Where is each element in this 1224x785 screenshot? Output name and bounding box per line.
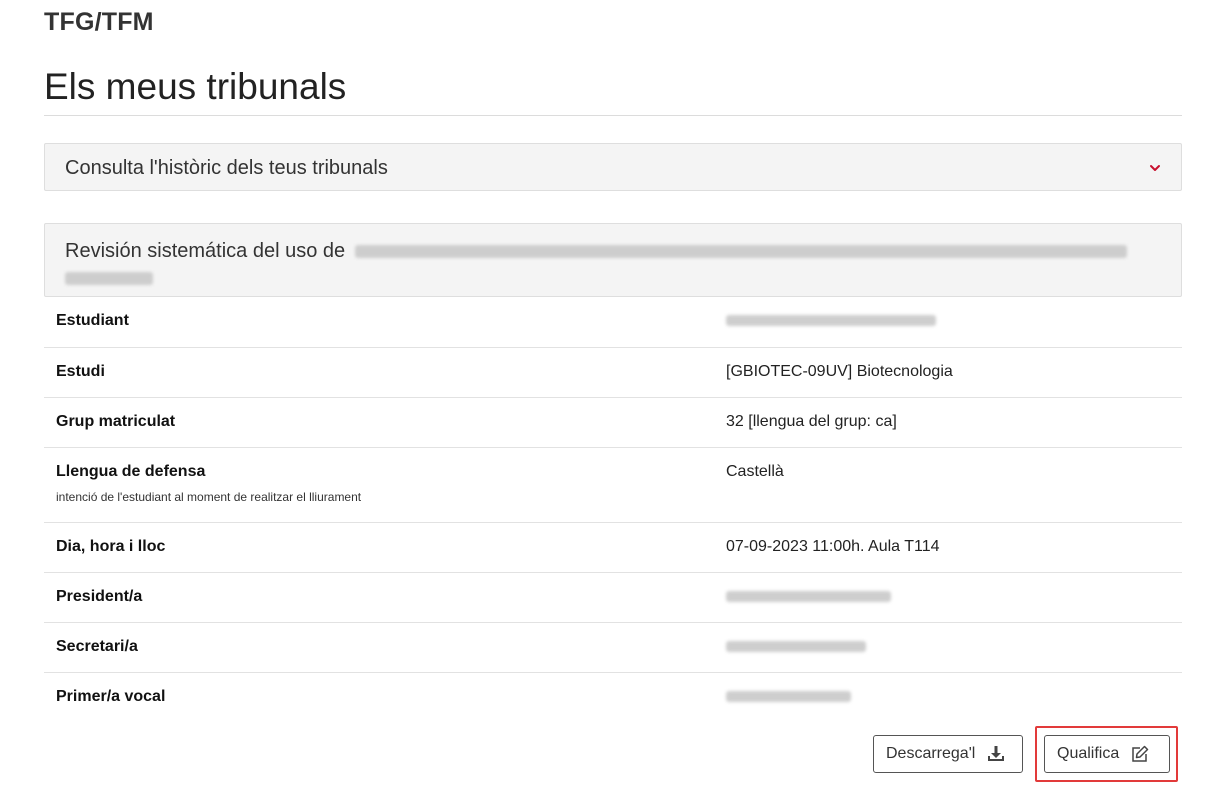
tfg-title-panel: Revisión sistemática del uso de [44,223,1182,297]
table-row: Llengua de defensa intenció de l'estudia… [44,447,1182,523]
history-accordion[interactable]: Consulta l'històric dels teus tribunals [44,143,1182,191]
redacted-text [726,590,891,602]
table-row: Grup matriculat 32 [llengua del grup: ca… [44,397,1182,448]
download-button[interactable]: Descarrega'l [873,735,1023,773]
redacted-text [65,272,153,286]
row-label-date-place: Dia, hora i lloc [44,522,714,573]
row-label-defense-language: Llengua de defensa intenció de l'estudia… [44,447,714,523]
table-row: President/a [44,572,1182,623]
row-label-secretary: Secretari/a [44,622,714,673]
tfg-title: Revisión sistemática del uso de [65,238,1155,292]
row-value-group: 32 [llengua del grup: ca] [714,397,1182,448]
table-row: Estudiant [44,297,1182,348]
row-value-study: [GBIOTEC-09UV] Biotecnologia [714,347,1182,398]
row-label-student: Estudiant [44,297,714,348]
page-title: Els meus tribunals [44,66,347,107]
app-title: TFG/TFM [44,8,154,36]
tribunal-details-table: Estudiant Estudi [GBIOTEC-09UV] Biotecno… [44,297,1182,722]
table-row: Primer/a vocal [44,672,1182,722]
grade-button[interactable]: Qualifica [1044,735,1170,773]
redacted-text [354,245,1127,259]
row-value-president [714,572,1182,623]
defense-language-note: intenció de l'estudiant al moment de rea… [56,489,362,504]
table-row: Dia, hora i lloc 07-09-2023 11:00h. Aula… [44,522,1182,573]
edit-icon [1132,745,1149,762]
defense-language-label: Llengua de defensa [56,462,206,480]
redacted-text [726,690,851,702]
redacted-text [726,315,936,327]
row-value-date-place: 07-09-2023 11:00h. Aula T114 [714,522,1182,573]
chevron-down-icon [1150,165,1160,171]
table-row: Estudi [GBIOTEC-09UV] Biotecnologia [44,347,1182,398]
download-button-label: Descarrega'l [886,745,976,762]
row-label-first-vocal: Primer/a vocal [56,687,166,705]
row-label-study: Estudi [44,347,714,398]
title-divider [44,115,1182,116]
row-value-defense-language: Castellà [714,447,1182,523]
table-row: Secretari/a [44,622,1182,673]
row-value-student [714,297,1182,348]
row-label-president: President/a [44,572,714,623]
row-value-first-vocal [714,672,1182,722]
history-accordion-label: Consulta l'històric dels teus tribunals [65,157,388,179]
redacted-text [726,640,866,652]
row-value-secretary [714,622,1182,673]
download-icon [988,746,1005,761]
tfg-title-text: Revisión sistemática del uso de [65,240,346,262]
row-label-group: Grup matriculat [44,397,714,448]
grade-button-label: Qualifica [1057,745,1120,762]
